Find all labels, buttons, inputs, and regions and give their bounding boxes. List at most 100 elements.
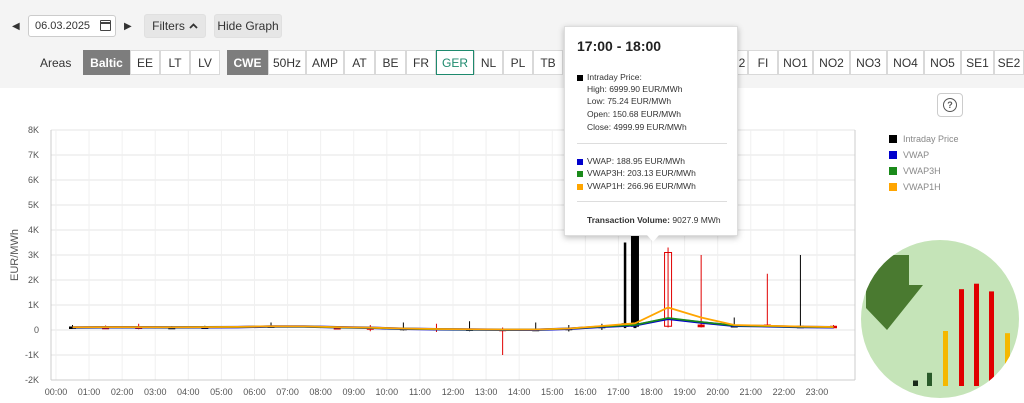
area-button-ger[interactable]: GER [436, 50, 474, 75]
x-tick-label: 02:00 [111, 387, 134, 397]
tooltip-vwap: VWAP: 188.95 EUR/MWh [577, 156, 685, 166]
area-button-nl[interactable]: NL [474, 50, 503, 75]
legend-swatch [889, 167, 897, 175]
y-tick-label: 6K [28, 175, 39, 185]
area-button-no4[interactable]: NO4 [887, 50, 924, 75]
overlay-bar [913, 380, 918, 386]
tooltip-pointer [647, 235, 659, 242]
x-tick-label: 20:00 [706, 387, 729, 397]
x-tick-label: 14:00 [508, 387, 531, 397]
y-tick-label: -2K [25, 375, 39, 385]
area-button-baltic[interactable]: Baltic [83, 50, 130, 75]
question-circle-icon: ? [943, 98, 957, 112]
next-date-button[interactable]: ▶ [124, 21, 132, 32]
x-tick-label: 01:00 [78, 387, 101, 397]
tooltip-divider [577, 201, 727, 202]
tooltip-vwap1h-text: VWAP1H: 266.96 EUR/MWh [587, 181, 696, 191]
area-button-amp[interactable]: AMP [306, 50, 344, 75]
tooltip-vwap3h: VWAP3H: 203.13 EUR/MWh [577, 168, 696, 178]
calendar-icon[interactable] [100, 20, 111, 31]
tooltip-high: High: 6999.90 EUR/MWh [587, 84, 683, 94]
x-tick-label: 21:00 [740, 387, 763, 397]
tooltip-volume-label: Transaction Volume: [587, 215, 670, 225]
prev-date-button[interactable]: ◀ [12, 21, 20, 32]
tooltip-vwap-text: VWAP: 188.95 EUR/MWh [587, 156, 685, 166]
x-tick-label: 04:00 [177, 387, 200, 397]
x-tick-label: 03:00 [144, 387, 167, 397]
hide-graph-label: Hide Graph [217, 19, 279, 33]
tooltip-swatch [577, 74, 583, 81]
x-tick-label: 12:00 [442, 387, 465, 397]
date-input[interactable]: 06.03.2025 [28, 15, 116, 37]
y-tick-label: 2K [28, 275, 39, 285]
tooltip-intraday-heading: Intraday Price: [577, 72, 642, 82]
overlay-mini-chart [866, 255, 1010, 386]
area-button-no5[interactable]: NO5 [924, 50, 961, 75]
y-tick-label: 3K [28, 250, 39, 260]
area-button-tb[interactable]: TB [533, 50, 563, 75]
area-button-50hz[interactable]: 50Hz [268, 50, 306, 75]
legend-swatch [889, 183, 897, 191]
hide-graph-button[interactable]: Hide Graph [214, 14, 282, 38]
x-tick-label: 19:00 [673, 387, 696, 397]
x-tick-label: 10:00 [376, 387, 399, 397]
tooltip-title: 17:00 - 18:00 [577, 38, 662, 54]
x-tick-label: 00:00 [45, 387, 68, 397]
legend-label: VWAP3H [903, 166, 941, 176]
area-button-no1[interactable]: NO1 [778, 50, 813, 75]
x-tick-label: 17:00 [607, 387, 630, 397]
tooltip-swatch [577, 183, 583, 190]
area-button-fr[interactable]: FR [406, 50, 436, 75]
x-tick-label: 15:00 [541, 387, 564, 397]
x-tick-label: 06:00 [243, 387, 266, 397]
chart-tooltip: 17:00 - 18:00 Intraday Price: High: 6999… [564, 26, 738, 242]
x-tick-label: 08:00 [309, 387, 332, 397]
area-button-at[interactable]: AT [344, 50, 375, 75]
tooltip-low: Low: 75.24 EUR/MWh [587, 96, 672, 106]
tooltip-vwap1h: VWAP1H: 266.96 EUR/MWh [577, 181, 696, 191]
overlay-bar [927, 372, 932, 386]
tooltip-intraday-label: Intraday Price: [587, 72, 642, 82]
x-tick-label: 16:00 [574, 387, 597, 397]
filters-label: Filters [152, 19, 185, 33]
overlay-bar [989, 291, 994, 386]
x-tick-label: 22:00 [773, 387, 796, 397]
area-button-fi[interactable]: FI [748, 50, 778, 75]
filters-button[interactable]: Filters [144, 14, 206, 38]
legend-item-intraday[interactable]: Intraday Price [889, 131, 959, 147]
area-button-lt[interactable]: LT [160, 50, 190, 75]
date-value: 06.03.2025 [35, 20, 91, 32]
x-tick-label: 05:00 [210, 387, 233, 397]
y-tick-label: 8K [28, 125, 39, 135]
x-tick-label: 18:00 [640, 387, 663, 397]
area-button-no2[interactable]: NO2 [813, 50, 850, 75]
area-button-lv[interactable]: LV [190, 50, 220, 75]
legend-label: VWAP [903, 150, 930, 160]
tooltip-swatch [577, 170, 583, 177]
legend-swatch [889, 135, 897, 143]
area-button-cwe[interactable]: CWE [227, 50, 268, 75]
x-tick-label: 07:00 [276, 387, 299, 397]
area-button-pl[interactable]: PL [503, 50, 533, 75]
overlay-bar [943, 331, 948, 386]
area-button-be[interactable]: BE [375, 50, 406, 75]
legend-label: Intraday Price [903, 134, 959, 144]
x-tick-label: 23:00 [806, 387, 829, 397]
help-button[interactable]: ? [937, 93, 963, 117]
legend-item-vwap[interactable]: VWAP [889, 147, 959, 163]
x-tick-label: 09:00 [342, 387, 365, 397]
overlay-badge [861, 240, 1019, 398]
legend-item-vwap1h[interactable]: VWAP1H [889, 179, 959, 195]
areas-label: Areas [40, 56, 72, 70]
y-tick-label: 4K [28, 225, 39, 235]
intraday-price-chart: 8K 7K 6K 5K 4K 3K 2K 1K 0 -1K -2K 00:00 01:00 02:00 03… [9, 125, 856, 397]
y-tick-label: -1K [25, 350, 39, 360]
area-button-no3[interactable]: NO3 [850, 50, 887, 75]
area-button-se1[interactable]: SE1 [961, 50, 994, 75]
area-button-ee[interactable]: EE [130, 50, 160, 75]
area-button-se2[interactable]: SE2 [994, 50, 1024, 75]
toolbar: ◀ 06.03.2025 ▶ Filters Hide Graph Areas … [0, 0, 1024, 88]
legend-label: VWAP1H [903, 182, 941, 192]
y-tick-label: 5K [28, 200, 39, 210]
legend-item-vwap3h[interactable]: VWAP3H [889, 163, 959, 179]
